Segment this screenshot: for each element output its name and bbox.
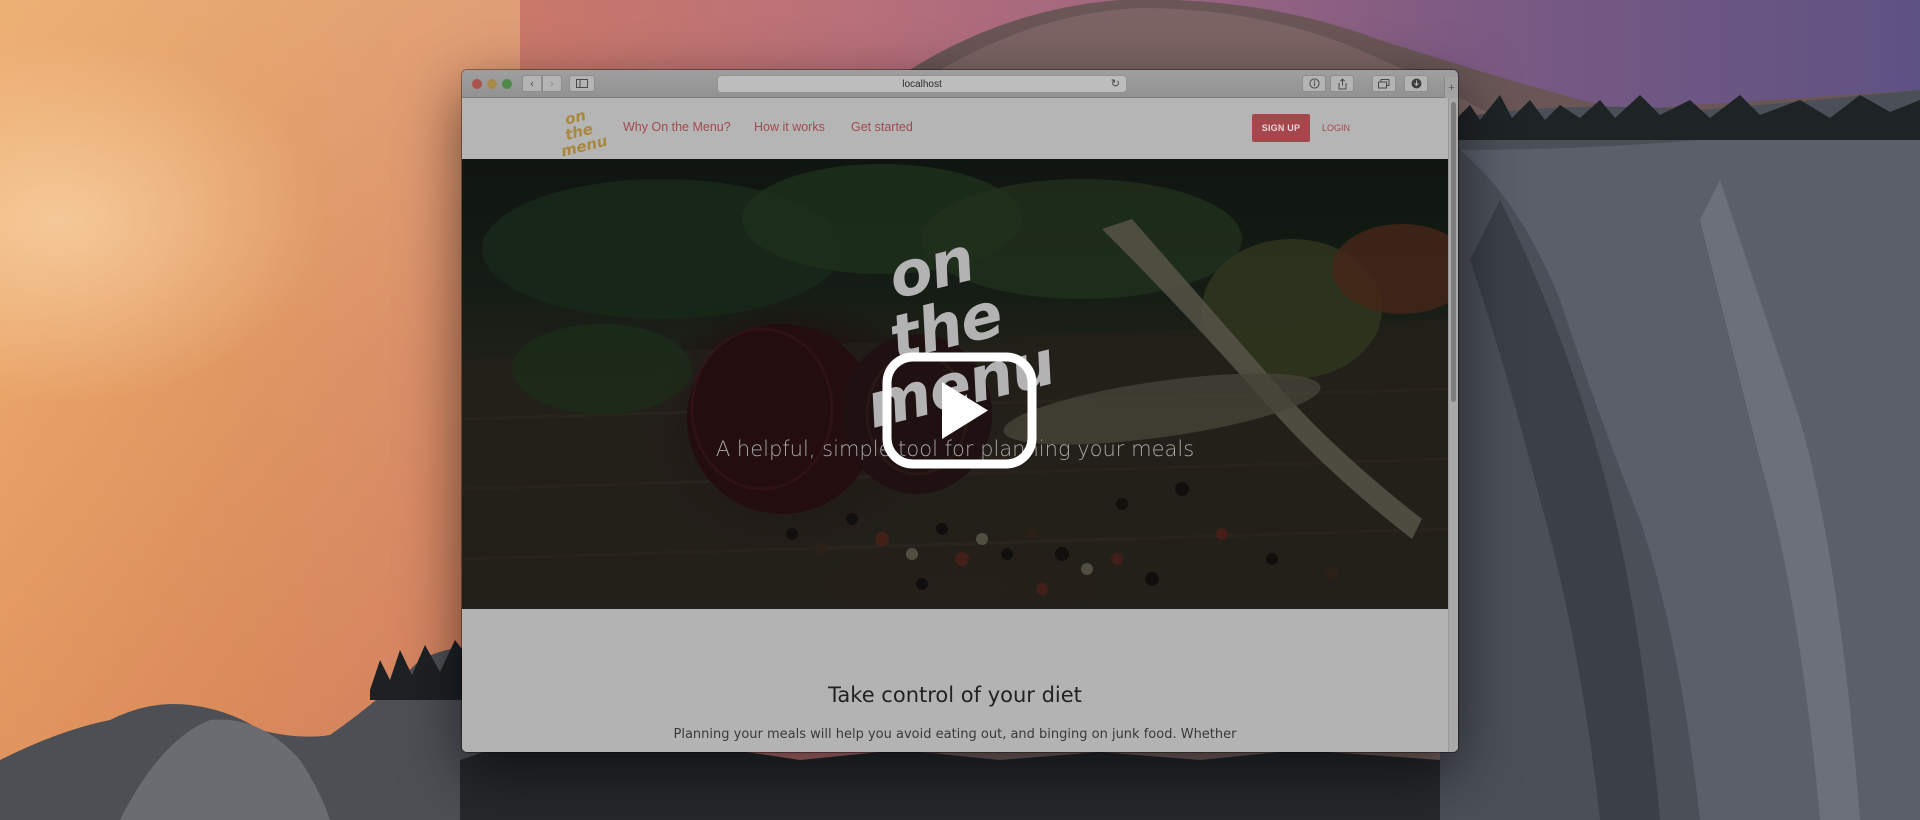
window-minimize-button[interactable] — [487, 79, 497, 89]
download-icon — [1411, 78, 1421, 89]
back-button[interactable]: ‹ — [522, 75, 542, 92]
section-heading: Take control of your diet — [828, 683, 1082, 707]
window-close-button[interactable] — [472, 79, 482, 89]
section-paragraph: Planning your meals will help you avoid … — [673, 727, 1237, 742]
browser-toolbar: ‹ › localhost ↻ + — [462, 70, 1458, 98]
forward-button[interactable]: › — [542, 75, 562, 92]
login-link[interactable]: LOGIN — [1322, 123, 1350, 133]
chevron-left-icon: ‹ — [529, 77, 535, 90]
sidebar-toggle-button[interactable] — [569, 75, 595, 92]
window-zoom-button[interactable] — [502, 79, 512, 89]
address-bar[interactable]: localhost ↻ — [717, 75, 1127, 93]
nav-get-started[interactable]: Get started — [851, 120, 913, 134]
chevron-right-icon: › — [549, 77, 555, 90]
reload-icon[interactable]: ↻ — [1111, 77, 1120, 90]
nav-how-it-works[interactable]: How it works — [754, 120, 825, 134]
info-icon — [1308, 78, 1320, 89]
play-video-icon[interactable] — [882, 352, 1037, 469]
site-logo[interactable]: on the menu — [552, 105, 609, 160]
share-button[interactable] — [1330, 75, 1354, 92]
address-text: localhost — [902, 78, 942, 90]
hero-banner: on the menu A helpful, simple tool for p… — [462, 159, 1448, 609]
tabs-icon — [1378, 78, 1390, 88]
share-icon — [1338, 77, 1346, 89]
sidebar-icon — [576, 79, 588, 88]
sign-up-button[interactable]: SIGN UP — [1252, 114, 1310, 142]
scrollbar-thumb[interactable] — [1451, 102, 1456, 402]
info-button[interactable] — [1302, 75, 1326, 92]
new-tab-button[interactable]: + — [1444, 77, 1458, 98]
site-header: on the menu Why On the Menu? How it work… — [462, 98, 1448, 160]
extension-button[interactable] — [1404, 75, 1428, 92]
tab-overview-button[interactable] — [1372, 75, 1396, 92]
page-viewport: on the menu Why On the Menu? How it work… — [462, 98, 1448, 752]
nav-why-on-the-menu[interactable]: Why On the Menu? — [623, 120, 731, 134]
page-scrollbar[interactable] — [1448, 98, 1458, 752]
browser-window: ‹ › localhost ↻ + on the menu Why On the… — [462, 70, 1458, 752]
plus-icon: + — [1448, 81, 1455, 94]
